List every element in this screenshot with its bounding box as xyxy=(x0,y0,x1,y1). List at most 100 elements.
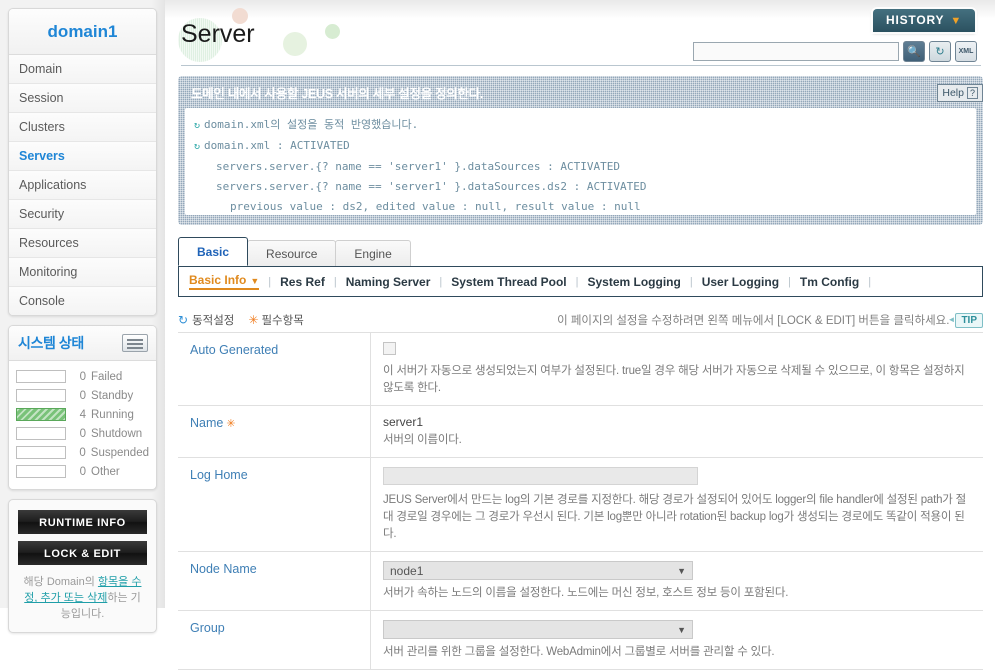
subtab-system-thread-pool[interactable]: System Thread Pool xyxy=(451,275,566,289)
status-label: Failed xyxy=(91,370,123,383)
message-line-text: previous value : ds2, edited value : nul… xyxy=(230,200,641,213)
form-label: Auto Generated xyxy=(178,333,371,405)
status-count: 0 xyxy=(79,446,86,459)
status-count: 0 xyxy=(79,389,86,402)
chevron-down-icon: ▼ xyxy=(677,624,686,635)
help-button[interactable]: Help? xyxy=(937,84,983,102)
sidebar: domain1 Domain Session Clusters Servers Appl… xyxy=(0,0,165,633)
form-label-text: Node Name xyxy=(190,562,257,576)
subtab-basic-info[interactable]: Basic Info ▼ xyxy=(189,273,260,290)
form-control-cell: node1 ▼ 서버가 속하는 노드의 이름을 설정한다. 노드에는 머신 정보, … xyxy=(371,552,983,610)
status-label: Running xyxy=(91,408,134,421)
required-asterisk-icon: ✳ xyxy=(226,418,236,430)
asterisk-icon: ✳ xyxy=(248,313,259,327)
group-select[interactable]: ▼ xyxy=(383,620,693,639)
subtab-tm-config[interactable]: Tm Config xyxy=(800,275,859,289)
form-description: 이 서버가 자동으로 생성되었는지 여부가 설정된다. true일 경우 해당 … xyxy=(383,365,965,394)
sub-tabs: Basic Info ▼ | Res Ref | Naming Server | System… xyxy=(178,267,983,297)
tab-engine[interactable]: Engine xyxy=(335,240,411,266)
sidebar-actions-panel: RUNTIME INFO LOCK & EDIT 해당 Domain의 항목을 … xyxy=(8,499,157,633)
sidebar-item-domain[interactable]: Domain xyxy=(9,55,156,84)
form-label-text: Log Home xyxy=(190,468,248,482)
xml-export-icon[interactable]: XML xyxy=(955,41,977,62)
sidebar-item-applications[interactable]: Applications xyxy=(9,171,156,200)
form-label: Group xyxy=(178,611,371,669)
sidebar-item-session[interactable]: Session xyxy=(9,84,156,113)
sidebar-item-clusters[interactable]: Clusters xyxy=(9,113,156,142)
form-description: 서버의 이름이다. xyxy=(383,434,462,446)
search-input[interactable] xyxy=(693,42,899,61)
sidebar-item-resources[interactable]: Resources xyxy=(9,229,156,258)
sidebar-item-monitoring[interactable]: Monitoring xyxy=(9,258,156,287)
sidebar-hint: 해당 Domain의 항목을 수정, 추가 또는 삭제하는 기능입니다. xyxy=(18,574,147,622)
top-bar: Server HISTORY ▼ 🔍 ↻ XML xyxy=(165,0,995,72)
log-home-input[interactable] xyxy=(383,467,698,485)
subtab-label: Naming Server xyxy=(345,274,431,289)
auto-generated-checkbox[interactable] xyxy=(383,342,396,355)
sync-icon: ↻ xyxy=(194,120,201,131)
form-control-cell: JEUS Server에서 만드는 log의 기본 경로를 지정한다. 해당 경… xyxy=(371,458,983,551)
legend-note: 이 페이지의 설정을 수정하려면 왼쪽 메뉴에서 [LOCK & EDIT] 버… xyxy=(557,315,950,327)
subtab-separator: | xyxy=(788,275,791,288)
message-line: ↻ domain.xml의 설정을 동적 반영했습니다. xyxy=(194,115,967,136)
sidebar-item-console[interactable]: Console xyxy=(9,287,156,315)
form-label-text: Group xyxy=(190,621,225,635)
subtab-label: User Logging xyxy=(701,274,780,289)
status-label: Other xyxy=(91,465,120,478)
subtab-res-ref[interactable]: Res Ref xyxy=(280,275,325,289)
sidebar-item-servers[interactable]: Servers xyxy=(9,142,156,171)
form-control-cell: 이 서버가 자동으로 생성되었는지 여부가 설정된다. true일 경우 해당 … xyxy=(371,333,983,405)
history-label: HISTORY xyxy=(886,13,945,27)
message-line-text: domain.xml : ACTIVATED xyxy=(204,139,350,152)
subtab-user-logging[interactable]: User Logging xyxy=(702,275,779,289)
message-line-text: servers.server.{? name == 'server1' }.da… xyxy=(216,180,647,193)
tab-basic[interactable]: Basic xyxy=(178,237,249,266)
subtab-label: Res Ref xyxy=(280,274,325,289)
form-row-name: Name ✳ server1 서버의 이름이다. xyxy=(178,406,983,458)
form-row-group: Group ▼ 서버 관리를 위한 그룹을 설정한다. WebAdmin에서 그룹별… xyxy=(178,611,983,670)
system-status-title: 시스템 상태 xyxy=(18,335,84,351)
system-status-header: 시스템 상태 xyxy=(9,326,156,361)
subtab-naming-server[interactable]: Naming Server xyxy=(346,275,431,289)
sync-icon[interactable]: ↻ xyxy=(929,41,951,62)
form-label: Node Name xyxy=(178,552,371,610)
domain-title: domain1 xyxy=(9,9,156,55)
page-title: Server xyxy=(181,20,255,48)
tip-badge[interactable]: TIP xyxy=(948,312,983,328)
subtab-separator: | xyxy=(689,275,693,288)
legend-note-group: 이 페이지의 설정을 수정하려면 왼쪽 메뉴에서 [LOCK & EDIT] 버… xyxy=(557,312,983,328)
history-button[interactable]: HISTORY ▼ xyxy=(873,9,975,32)
status-label: Shutdown xyxy=(91,427,143,440)
form-description: JEUS Server에서 만드는 log의 기본 경로를 지정한다. 해당 경… xyxy=(383,494,967,540)
status-row: 0 Shutdown xyxy=(16,424,149,443)
lock-and-edit-button[interactable]: LOCK & EDIT xyxy=(18,541,147,565)
sidebar-item-security[interactable]: Security xyxy=(9,200,156,229)
sync-icon: ↻ xyxy=(178,313,189,327)
message-line: previous value : ds2, edited value : nul… xyxy=(194,197,967,215)
status-row: 4 Running xyxy=(16,405,149,424)
help-label: Help xyxy=(942,87,964,99)
search-icon[interactable]: 🔍 xyxy=(903,41,925,62)
monitor-icon[interactable] xyxy=(122,334,148,352)
subtab-system-logging[interactable]: System Logging xyxy=(587,275,680,289)
chevron-down-icon: ▼ xyxy=(250,276,260,286)
subtab-label: System Logging xyxy=(587,274,681,289)
tab-resource[interactable]: Resource xyxy=(247,240,337,266)
node-name-select[interactable]: node1 ▼ xyxy=(383,561,693,580)
form-control-cell: ▼ 서버 관리를 위한 그룹을 설정한다. WebAdmin에서 그룹별로 서버를… xyxy=(371,611,983,669)
xml-icon-label: XML xyxy=(958,48,974,55)
status-bar-standby xyxy=(16,389,66,402)
select-value: node1 xyxy=(390,563,424,578)
chevron-down-icon: ▼ xyxy=(677,565,686,576)
status-row: 0 Standby xyxy=(16,386,149,405)
status-count: 0 xyxy=(79,370,86,383)
legend-row: ↻ 동적설정 ✳ 필수항목 이 페이지의 설정을 수정하려면 왼쪽 메뉴에서 [… xyxy=(178,308,983,332)
runtime-info-button[interactable]: RUNTIME INFO xyxy=(18,510,147,534)
decorative-circle-small xyxy=(325,24,340,39)
app-window: domain1 Domain Session Clusters Servers Appl… xyxy=(0,0,995,670)
message-line: ↻ domain.xml : ACTIVATED xyxy=(194,136,967,157)
form-row-auto-generated: Auto Generated 이 서버가 자동으로 생성되었는지 여부가 설정된다… xyxy=(178,333,983,406)
message-panel: 도메인 내에서 사용할 JEUS 서버의 세부 설정을 정의한다. ↻ domai… xyxy=(178,76,983,225)
subtab-label: Tm Config xyxy=(799,274,860,289)
name-value: server1 xyxy=(383,415,424,429)
